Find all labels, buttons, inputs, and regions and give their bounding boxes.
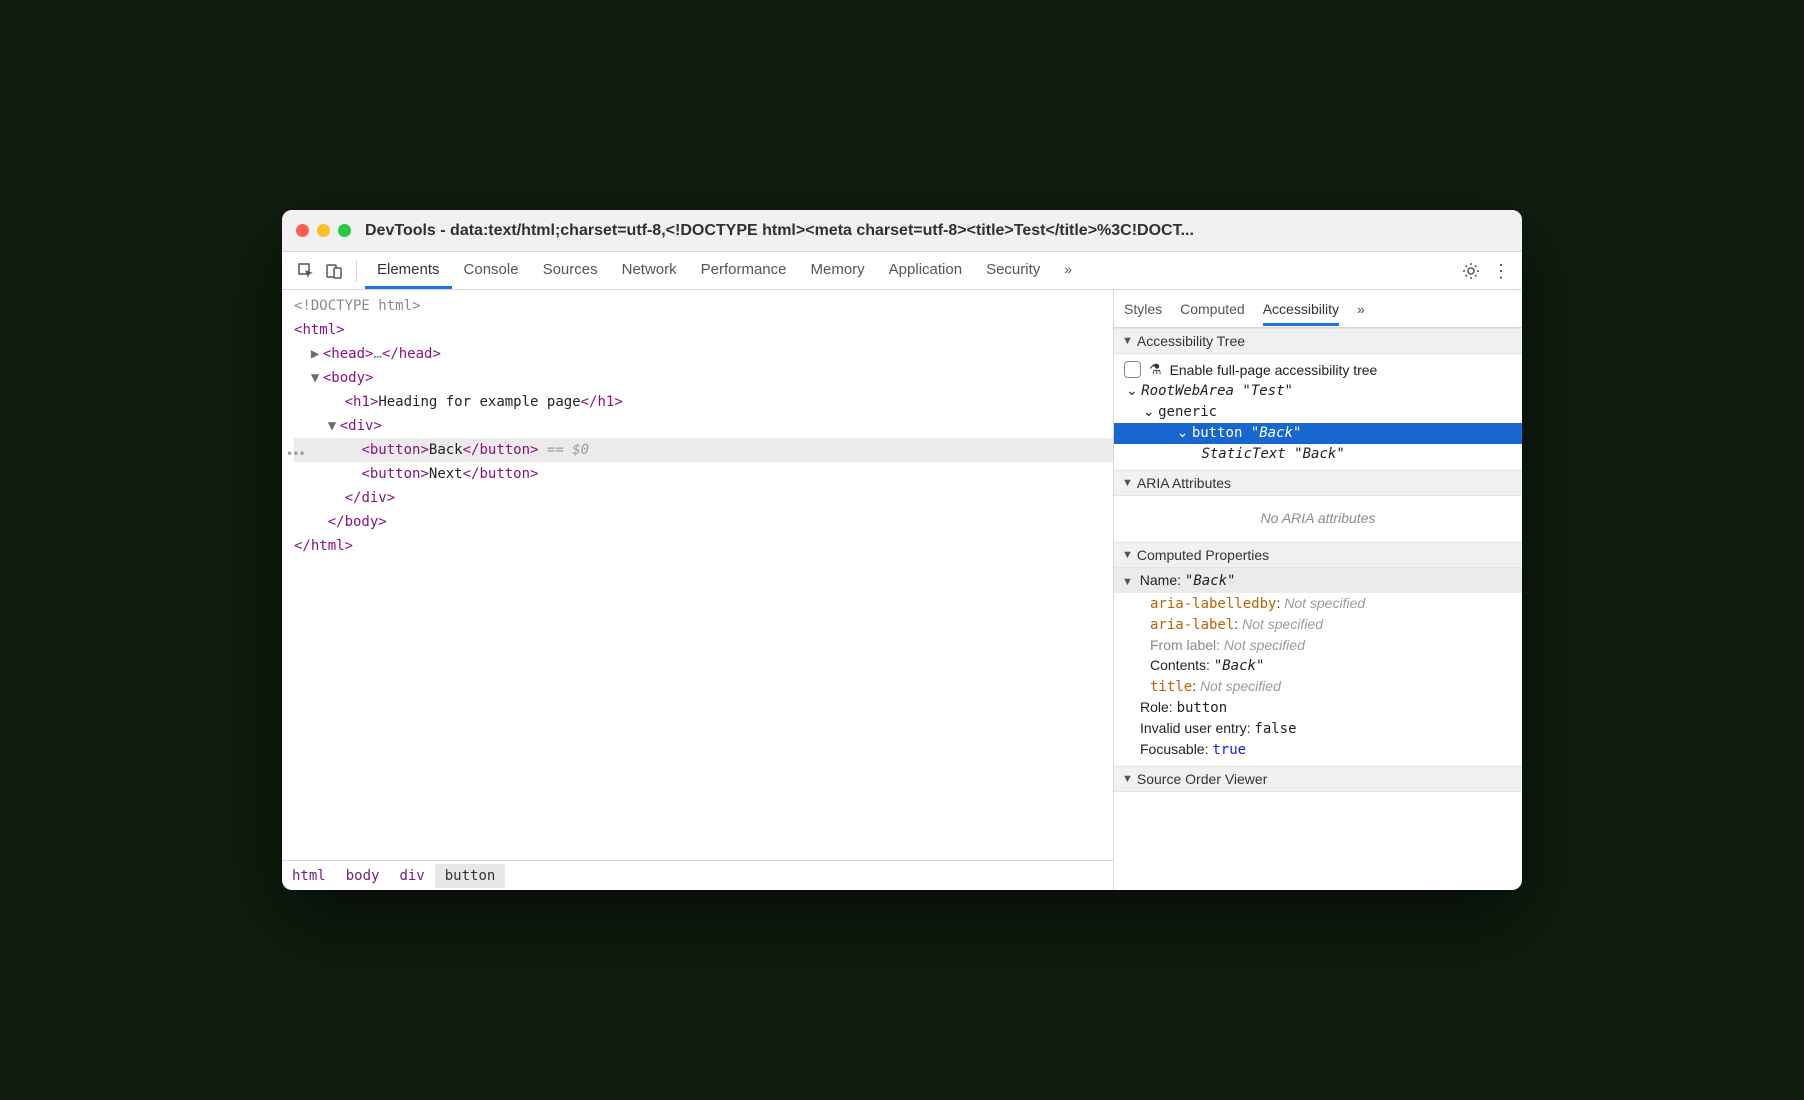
dom-html-open[interactable]: <html> xyxy=(294,318,1113,342)
dom-body-close[interactable]: </body> xyxy=(294,510,1113,534)
aria-body: No ARIA attributes xyxy=(1114,496,1522,542)
chevron-down-icon: ▼ xyxy=(1122,576,1133,588)
side-tab-computed[interactable]: Computed xyxy=(1180,301,1245,317)
settings-icon[interactable] xyxy=(1462,262,1480,280)
fullscreen-icon[interactable] xyxy=(338,224,351,237)
enable-full-tree-label: Enable full-page accessibility tree xyxy=(1170,362,1378,378)
ax-generic[interactable]: ⌄ generic xyxy=(1122,402,1514,423)
tabs-overflow-icon[interactable]: » xyxy=(1052,253,1084,289)
section-aria-attributes[interactable]: ▼ ARIA Attributes xyxy=(1114,470,1522,496)
tab-network[interactable]: Network xyxy=(610,253,689,289)
separator xyxy=(356,260,357,282)
toolbar: Elements Console Sources Network Perform… xyxy=(282,252,1522,290)
section-source-order-viewer[interactable]: ▼ Source Order Viewer xyxy=(1114,766,1522,792)
dom-tree[interactable]: <!DOCTYPE html> <html> ▶<head>…</head> ▼… xyxy=(282,290,1113,860)
titlebar: DevTools - data:text/html;charset=utf-8,… xyxy=(282,210,1522,252)
tab-performance[interactable]: Performance xyxy=(689,253,799,289)
dom-head[interactable]: ▶<head>…</head> xyxy=(294,342,1113,366)
section-computed-properties[interactable]: ▼ Computed Properties xyxy=(1114,542,1522,568)
enable-full-tree-row[interactable]: ⚗ Enable full-page accessibility tree xyxy=(1122,358,1514,381)
tab-console[interactable]: Console xyxy=(452,253,531,289)
dom-div-open[interactable]: ▼<div> xyxy=(294,414,1113,438)
prop-aria-label: aria-label: Not specified xyxy=(1122,614,1514,635)
sidebar-panel: Styles Computed Accessibility » ▼ Access… xyxy=(1114,290,1522,890)
dom-body-open[interactable]: ▼<body> xyxy=(294,366,1113,390)
breadcrumb: html body div button xyxy=(282,860,1113,890)
section-accessibility-tree[interactable]: ▼ Accessibility Tree xyxy=(1114,328,1522,354)
elements-panel: <!DOCTYPE html> <html> ▶<head>…</head> ▼… xyxy=(282,290,1114,890)
crumb-body[interactable]: body xyxy=(336,864,390,888)
side-tab-accessibility[interactable]: Accessibility xyxy=(1263,301,1339,326)
ax-static-text[interactable]: StaticText "Back" xyxy=(1122,444,1514,464)
ax-root[interactable]: ⌄ RootWebArea "Test" xyxy=(1122,381,1514,402)
chevron-down-icon: ▼ xyxy=(1122,335,1133,347)
dom-button-next[interactable]: <button>Next</button> xyxy=(294,462,1113,486)
prop-role: Role: button xyxy=(1122,697,1514,718)
prop-contents: Contents: "Back" xyxy=(1122,655,1514,676)
chevron-down-icon: ▼ xyxy=(1122,773,1133,785)
chevron-down-icon: ▼ xyxy=(1122,549,1133,561)
prop-aria-labelledby: aria-labelledby: Not specified xyxy=(1122,593,1514,614)
side-tab-styles[interactable]: Styles xyxy=(1124,301,1162,317)
computed-body: ▼ Name: "Back" aria-labelledby: Not spec… xyxy=(1114,568,1522,766)
dom-button-back[interactable]: ••• <button>Back</button> == $0 xyxy=(294,438,1113,462)
prop-from-label: From label: Not specified xyxy=(1122,635,1514,655)
tab-elements[interactable]: Elements xyxy=(365,253,452,289)
devtools-window: DevTools - data:text/html;charset=utf-8,… xyxy=(282,210,1522,890)
crumb-html[interactable]: html xyxy=(282,864,336,888)
accessibility-tree-body: ⚗ Enable full-page accessibility tree ⌄ … xyxy=(1114,354,1522,470)
panel-tabs: Elements Console Sources Network Perform… xyxy=(365,253,1084,289)
enable-full-tree-checkbox[interactable] xyxy=(1124,361,1141,378)
tab-application[interactable]: Application xyxy=(877,253,974,289)
dom-doctype[interactable]: <!DOCTYPE html> xyxy=(294,294,1113,318)
tab-sources[interactable]: Sources xyxy=(531,253,610,289)
window-controls xyxy=(296,224,351,237)
prop-focusable: Focusable: true xyxy=(1122,739,1514,760)
sidebar-tabs: Styles Computed Accessibility » xyxy=(1114,290,1522,328)
ax-button[interactable]: ⌄ button "Back" xyxy=(1114,423,1522,444)
dom-div-close[interactable]: </div> xyxy=(294,486,1113,510)
inspect-element-icon[interactable] xyxy=(292,257,320,285)
flask-icon: ⚗ xyxy=(1149,361,1162,378)
chevron-down-icon: ▼ xyxy=(1122,477,1133,489)
dom-h1[interactable]: <h1>Heading for example page</h1> xyxy=(294,390,1113,414)
tab-memory[interactable]: Memory xyxy=(799,253,877,289)
main-panel: <!DOCTYPE html> <html> ▶<head>…</head> ▼… xyxy=(282,290,1522,890)
prop-title: title: Not specified xyxy=(1122,676,1514,697)
computed-name-row[interactable]: ▼ Name: "Back" xyxy=(1114,568,1522,593)
minimize-icon[interactable] xyxy=(317,224,330,237)
crumb-div[interactable]: div xyxy=(389,864,434,888)
no-aria-message: No ARIA attributes xyxy=(1122,500,1514,536)
prop-invalid: Invalid user entry: false xyxy=(1122,718,1514,739)
device-toggle-icon[interactable] xyxy=(320,257,348,285)
dom-html-close[interactable]: </html> xyxy=(294,534,1113,558)
crumb-button[interactable]: button xyxy=(435,864,506,888)
close-icon[interactable] xyxy=(296,224,309,237)
sidebar-tabs-overflow-icon[interactable]: » xyxy=(1357,301,1365,317)
tab-security[interactable]: Security xyxy=(974,253,1052,289)
window-title: DevTools - data:text/html;charset=utf-8,… xyxy=(365,222,1508,240)
